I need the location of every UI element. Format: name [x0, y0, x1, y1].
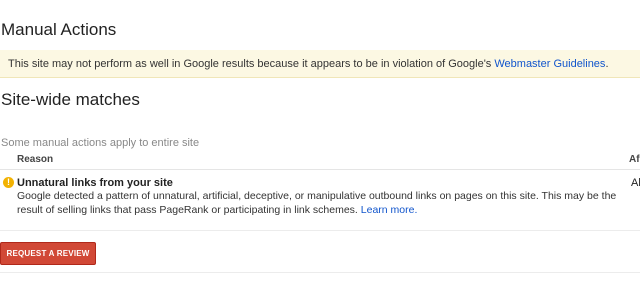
- webmaster-guidelines-link[interactable]: Webmaster Guidelines: [494, 58, 605, 70]
- page-title: Manual Actions: [1, 20, 117, 39]
- warning-icon: !: [3, 177, 14, 188]
- warning-banner-text: This site may not perform as well in Goo…: [8, 58, 609, 70]
- column-header-affects: Af: [629, 154, 640, 165]
- learn-more-link[interactable]: Learn more.: [361, 204, 418, 216]
- row-divider: [0, 230, 640, 231]
- warning-message: This site may not perform as well in Goo…: [8, 58, 495, 70]
- table-header-divider: [0, 169, 640, 170]
- warning-banner: This site may not perform as well in Goo…: [0, 50, 640, 78]
- section-description: Some manual actions apply to entire site: [1, 137, 200, 149]
- action-affects: Al: [631, 177, 640, 189]
- section-title: Site-wide matches: [1, 90, 140, 109]
- request-review-button[interactable]: REQUEST A REVIEW: [0, 242, 96, 265]
- action-description: Google detected a pattern of unnatural, …: [17, 190, 621, 217]
- bottom-divider: [0, 272, 640, 273]
- warning-message-end: .: [605, 58, 609, 70]
- action-title: Unnatural links from your site: [17, 177, 173, 189]
- column-header-reason: Reason: [17, 154, 54, 165]
- action-description-text: Google detected a pattern of unnatural, …: [17, 190, 617, 216]
